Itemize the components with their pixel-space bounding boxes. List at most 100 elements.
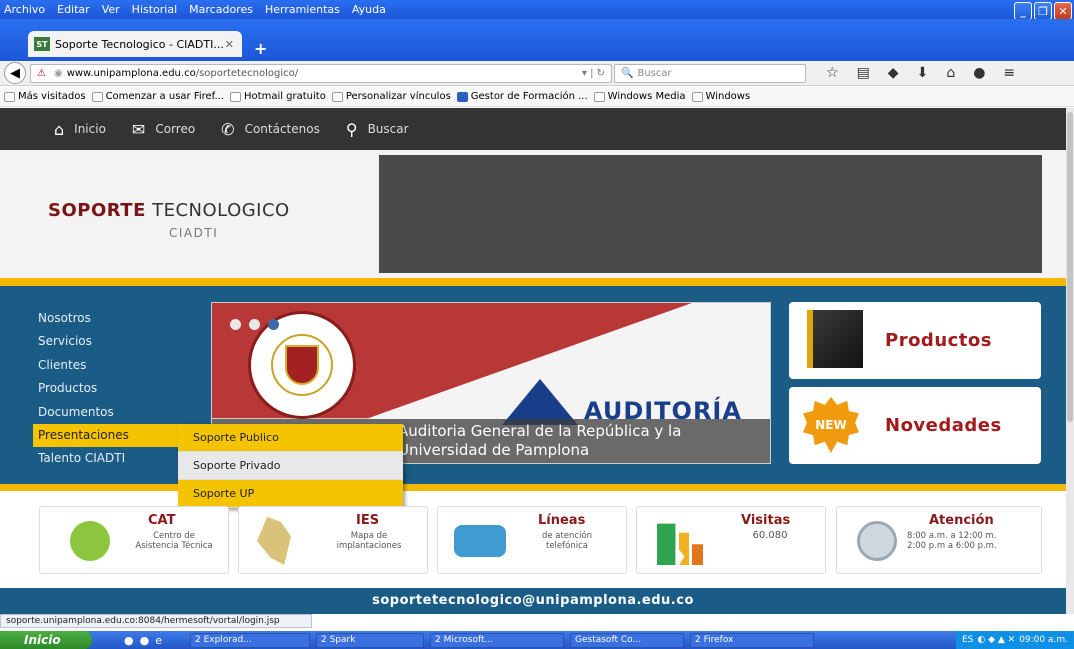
promo-label: Productos (885, 330, 992, 351)
card-subtitle: Centro de Asistencia Técnica (135, 531, 213, 551)
card-visitas[interactable]: Visitas 60.080 (636, 506, 826, 574)
side-menu: Nosotros Servicios Clientes Productos Do… (33, 307, 193, 471)
tab-strip: ST Soporte Tecnologico - CIADTI... ✕ + (0, 19, 1074, 61)
tray-icons[interactable]: ◐ ◆ ▲ ✕ (977, 635, 1015, 645)
nav-contactenos[interactable]: ✆ Contáctenos (221, 120, 320, 139)
star-bookmark-icon[interactable]: ☆ (826, 65, 839, 81)
bookmark-mas-visitados[interactable]: Más visitados (4, 91, 86, 102)
task-microsoft[interactable]: 2 Microsoft... (430, 632, 564, 648)
firefox-icon[interactable]: ● (140, 634, 150, 647)
bookmark-label: Más visitados (18, 91, 86, 102)
search-field[interactable]: 🔍 Buscar (614, 64, 806, 83)
promo-label: Novedades (885, 415, 1002, 436)
side-item-clientes[interactable]: Clientes (38, 354, 193, 377)
bookmark-windows[interactable]: Windows (691, 91, 750, 102)
task-firefox[interactable]: 2 Firefox (690, 632, 814, 648)
download-icon[interactable]: ⬇ (917, 65, 929, 81)
slider-dot[interactable] (230, 319, 241, 330)
browser-tab[interactable]: ST Soporte Tecnologico - CIADTI... ✕ (28, 31, 242, 57)
url-bar[interactable]: ⚠ ◉ www.unipamplona.edu.co /soportetecno… (30, 64, 612, 83)
ie-icon[interactable]: e (155, 634, 162, 647)
accent-divider (0, 484, 1066, 491)
card-atencion[interactable]: Atención 8:00 a.m. a 12:00 m. 2:00 p.m a… (836, 506, 1042, 574)
side-item-talento[interactable]: Talento CIADTI (38, 447, 193, 470)
chat-icon[interactable]: ● (973, 65, 985, 81)
card-lineas[interactable]: Líneas de atención telefónica (437, 506, 627, 574)
nav-label: Correo (155, 122, 196, 136)
menu-ayuda[interactable]: Ayuda (352, 3, 386, 16)
url-host: www.unipamplona.edu.co (66, 68, 196, 79)
web-page: ⌂ Inicio ✉ Correo ✆ Contáctenos ⚲ Buscar SOP… (0, 108, 1066, 614)
side-item-servicios[interactable]: Servicios (38, 330, 193, 353)
site-identity-icon[interactable]: ⚠ (37, 68, 46, 79)
side-item-documentos[interactable]: Documentos (38, 401, 193, 424)
card-title: Líneas (538, 513, 586, 528)
home-button-icon[interactable]: ⌂ (946, 65, 955, 81)
close-icon[interactable]: ✕ (1054, 2, 1072, 20)
slider-dot-active[interactable] (268, 319, 279, 330)
page-scrollbar[interactable] (1066, 108, 1074, 614)
nav-inicio[interactable]: ⌂ Inicio (54, 120, 106, 139)
home-icon: ⌂ (54, 119, 65, 139)
brand-rest: TECNOLOGICO (145, 200, 290, 221)
dropdown-item-up[interactable]: Soporte UP (178, 480, 403, 508)
os-taskbar: Inicio ● ● e 2 Explorad... 2 Spark 2 Mic… (0, 631, 1074, 649)
reload-icon[interactable]: ▾ | ↻ (582, 68, 605, 79)
chrome-icon[interactable]: ● (124, 634, 134, 647)
bookmark-gestor[interactable]: Gestor de Formación ... (456, 91, 588, 102)
nav-label: Buscar (367, 122, 409, 136)
language-indicator[interactable]: ES (962, 635, 973, 645)
menu-ver[interactable]: Ver (102, 3, 120, 16)
card-title: Atención (929, 513, 994, 528)
start-button[interactable]: Inicio (0, 631, 92, 649)
tab-close-icon[interactable]: ✕ (225, 38, 234, 51)
bookmark-hotmail[interactable]: Hotmail gratuito (230, 91, 326, 102)
new-tab-icon[interactable]: + (254, 39, 267, 58)
menu-editar[interactable]: Editar (57, 3, 90, 16)
software-box-icon (807, 310, 863, 368)
menu-historial[interactable]: Historial (132, 3, 177, 16)
card-subtitle: Mapa de implantaciones (336, 531, 402, 551)
card-cat[interactable]: CAT Centro de Asistencia Técnica (39, 506, 229, 574)
site-logo[interactable]: SOPORTE TECNOLOGICO (48, 200, 290, 221)
restore-icon[interactable]: ❐ (1034, 2, 1052, 20)
bookmark-personalizar[interactable]: Personalizar vínculos (331, 91, 451, 102)
dropdown-item-privado[interactable]: Soporte Privado (178, 452, 403, 480)
task-spark[interactable]: 2 Spark (316, 632, 424, 648)
coat-of-arms-icon (285, 345, 319, 385)
bookmarks-list-icon[interactable]: ▤ (857, 65, 870, 81)
card-ies[interactable]: IES Mapa de implantaciones (238, 506, 428, 574)
dropdown-item-publico[interactable]: Soporte Publico (178, 424, 403, 452)
menu-archivo[interactable]: Archivo (4, 3, 45, 16)
promo-productos[interactable]: Productos (789, 302, 1041, 379)
bookmark-label: Hotmail gratuito (244, 91, 326, 102)
scrollbar-thumb[interactable] (1067, 112, 1073, 422)
promo-novedades[interactable]: NEW Novedades (789, 387, 1041, 464)
menu-hamburger-icon[interactable]: ≡ (1003, 65, 1015, 81)
side-item-nosotros[interactable]: Nosotros (38, 307, 193, 330)
bookmark-windows-media[interactable]: Windows Media (593, 91, 686, 102)
visit-counter: 60.080 (752, 530, 788, 541)
pocket-icon[interactable]: ◆ (888, 65, 899, 81)
bookmark-label: Personalizar vínculos (345, 91, 451, 102)
slider-dot[interactable] (249, 319, 260, 330)
menu-marcadores[interactable]: Marcadores (189, 3, 253, 16)
side-item-productos[interactable]: Productos (38, 377, 193, 400)
badge-text: NEW (815, 418, 847, 432)
menu-herramientas[interactable]: Herramientas (265, 3, 340, 16)
back-arrow-icon[interactable]: ◀ (4, 62, 26, 84)
footer-email[interactable]: soportetecnologico@unipamplona.edu.co (0, 588, 1066, 614)
site-header: SOPORTE TECNOLOGICO CIADTI (0, 150, 1066, 278)
side-item-presentaciones[interactable]: Presentaciones (33, 423, 188, 448)
new-badge-icon: NEW (803, 397, 859, 453)
bookmark-comenzar[interactable]: Comenzar a usar Firef... (91, 91, 225, 102)
clock[interactable]: 09:00 a.m. (1019, 635, 1068, 645)
nav-correo[interactable]: ✉ Correo (132, 120, 195, 139)
caption-line: Universidad de Pamplona (398, 441, 590, 459)
task-gestasoft[interactable]: Gestasoft Co... (570, 632, 684, 648)
task-explorer[interactable]: 2 Explorad... (190, 632, 310, 648)
bookmark-label: Comenzar a usar Firef... (105, 91, 225, 102)
nav-buscar[interactable]: ⚲ Buscar (346, 120, 409, 139)
card-subtitle: de atención telefónica (541, 531, 593, 551)
minimize-icon[interactable]: _ (1014, 2, 1032, 20)
